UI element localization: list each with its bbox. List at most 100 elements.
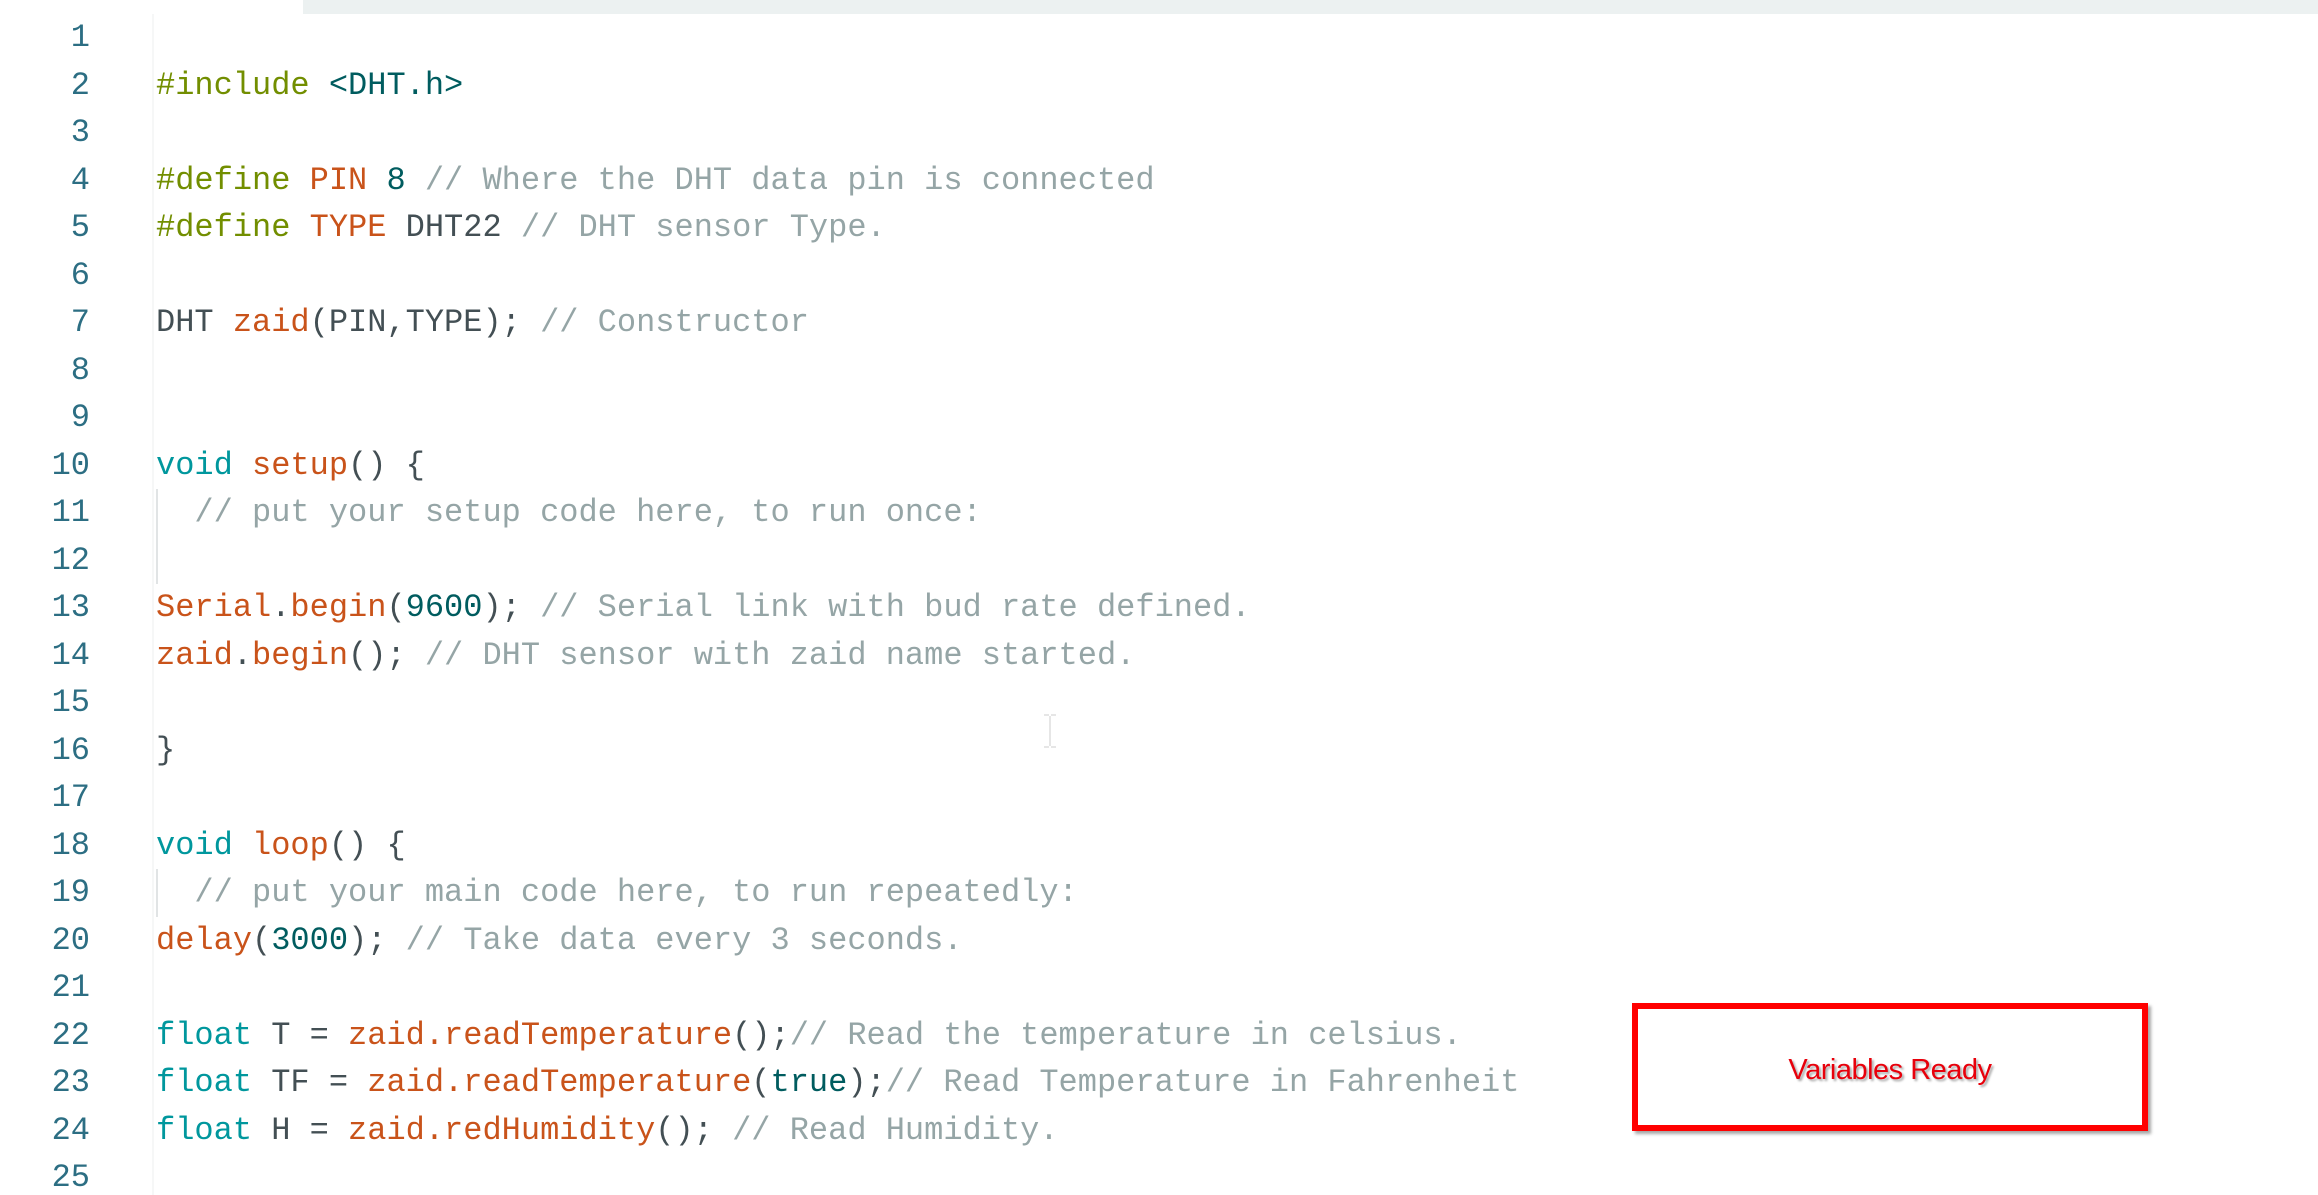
code-line[interactable]: 15 [0,679,2318,727]
code-line[interactable]: 6 [0,252,2318,300]
code-line[interactable]: 2 #include <DHT.h> [0,62,2318,110]
code-line[interactable]: 17 [0,774,2318,822]
number-token: 9600 [405,589,483,626]
text-token: ( [386,589,406,626]
line-number: 2 [70,66,90,104]
comment-token: // Constructor [540,304,809,341]
code-line[interactable]: 11 // put your setup code here, to run o… [0,489,2318,537]
line-number: 13 [51,589,90,626]
comment-token: // Read Humidity. [732,1111,1059,1149]
line-number: 6 [70,256,90,294]
text-token: (); [732,1016,790,1054]
keyword-token: float [156,1064,253,1101]
identifier-token: begin [290,589,387,626]
editor-top-bar [303,0,2318,14]
code-line[interactable]: 5 #define TYPE DHT22 // DHT sensor Type. [0,204,2318,252]
code-text[interactable]: } [156,727,175,775]
code-text[interactable]: delay(3000); // Take data every 3 second… [156,917,963,965]
line-number: 16 [51,731,90,769]
text-token: (); [655,1111,733,1149]
i-beam-cursor-icon [1044,714,1056,748]
code-text[interactable]: #define PIN 8 // Where the DHT data pin … [156,157,1155,205]
identifier-token: redHumidity [444,1111,656,1149]
line-number: 3 [70,114,90,151]
identifier-token: begin [252,636,349,674]
text-token: () { [328,826,406,864]
identifier-token: delay [156,921,253,959]
identifier-token: readTemperature [444,1016,733,1054]
code-line[interactable]: 25 [0,1154,2318,1195]
code-line[interactable]: 14 zaid.begin(); // DHT sensor with zaid … [0,632,2318,680]
comment-token: // DHT sensor Type. [501,209,886,246]
line-number: 1 [70,19,90,56]
text-token: } [156,731,176,769]
code-line[interactable]: 13 Serial.begin(9600); // Serial link wit… [0,584,2318,632]
line-number: 15 [51,684,90,721]
code-line[interactable]: 16} [0,727,2318,775]
code-line[interactable]: 9 [0,394,2318,442]
code-line[interactable]: 20 delay(3000); // Take data every 3 seco… [0,917,2318,965]
text-token: DHT [156,304,233,341]
preprocessor-token: #define [156,161,310,199]
code-line[interactable]: 19 // put your main code here, to run re… [0,869,2318,917]
identifier-token: loop [252,826,329,864]
code-line[interactable]: 7 DHT zaid(PIN,TYPE); // Constructor [0,299,2318,347]
text-token: . [232,636,253,674]
code-line[interactable]: 12 [0,536,2318,584]
text-token: . [271,589,291,626]
line-number: 8 [70,351,90,389]
identifier-token: zaid [348,1016,425,1054]
code-text[interactable]: float T = zaid.readTemperature();// Read… [156,1012,1462,1060]
code-text[interactable]: #include <DHT.h> [156,62,463,110]
identifier-token: TYPE [309,209,387,246]
text-token: TF = [252,1064,368,1101]
code-line[interactable]: 4 #define PIN 8 // Where the DHT data pin… [0,157,2318,205]
code-text[interactable]: void loop() { [156,822,406,870]
text-token: ); [482,589,541,626]
code-text[interactable]: // put your main code here, to run repea… [156,869,1077,917]
line-number: 5 [70,209,90,246]
identifier-token: zaid [232,304,310,341]
keyword-token: void [156,826,233,864]
keyword-token: float [156,1016,253,1054]
code-text[interactable]: DHT zaid(PIN,TYPE); // Constructor [156,299,809,347]
text-token: ); [847,1064,886,1101]
code-line[interactable]: 1 [0,14,2318,62]
identifier-token: . [444,1064,464,1101]
keyword-token: void [156,446,233,484]
comment-token: // Read Temperature in Fahrenheit [885,1064,1520,1101]
text-token: (); [348,636,425,674]
code-text[interactable]: void setup() { [156,442,425,490]
code-text[interactable]: Serial.begin(9600); // Serial link with … [156,584,1251,632]
comment-token: // DHT sensor with zaid name started. [424,636,1136,674]
text-token: DHT22 [386,209,502,246]
text-token: T = [252,1016,349,1054]
text-token: (PIN,TYPE); [309,304,541,341]
line-number: 19 [51,874,90,911]
code-text[interactable]: #define TYPE DHT22 // DHT sensor Type. [156,204,886,252]
identifier-token: Serial [156,589,272,626]
code-line[interactable]: 8 [0,347,2318,395]
code-text[interactable]: float H = zaid.redHumidity(); // Read Hu… [156,1107,1059,1155]
preprocessor-token: #define [156,209,310,246]
code-text[interactable]: float TF = zaid.readTemperature(true);//… [156,1059,1519,1107]
number-token: <DHT.h> [328,66,464,104]
line-number: 24 [51,1111,90,1149]
identifier-token: zaid [367,1064,445,1101]
line-number: 21 [51,969,90,1006]
indent-guide [156,536,158,584]
code-line[interactable]: 18 void loop() { [0,822,2318,870]
identifier-token: zaid [348,1111,425,1149]
line-number: 18 [51,826,90,864]
line-number: 11 [51,494,90,531]
comment-token: // Read the temperature in celsius. [789,1016,1462,1054]
comment-token: // Serial link with bud rate defined. [540,589,1251,626]
code-line[interactable]: 3 [0,109,2318,157]
line-number: 20 [51,921,90,959]
code-text[interactable]: zaid.begin(); // DHT sensor with zaid na… [156,632,1135,680]
code-line[interactable]: 10 void setup() { [0,442,2318,490]
code-text[interactable]: // put your setup code here, to run once… [156,489,981,537]
